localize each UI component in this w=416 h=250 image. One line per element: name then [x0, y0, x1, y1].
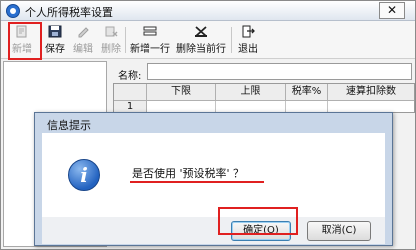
insert-row-icon: [143, 26, 157, 36]
new-button-highlight: [8, 22, 42, 60]
toolbar-separator: [231, 27, 232, 53]
delete-button[interactable]: 删除: [97, 22, 125, 57]
info-icon: i: [68, 159, 100, 191]
pencil-edit-icon: [78, 27, 89, 38]
toolbar-separator: [125, 27, 126, 53]
delete-row-icon: [195, 26, 207, 37]
message-underline: [130, 181, 264, 183]
window-title: 个人所得税率设置: [25, 6, 113, 19]
grid-corner-header: [114, 84, 147, 101]
add-row-button-label: 新增一行: [130, 44, 170, 55]
column-header-quick-deduction[interactable]: 速算扣除数: [328, 84, 414, 101]
name-label: 名称:: [118, 71, 142, 82]
delete-button-label: 删除: [101, 44, 121, 55]
add-row-button[interactable]: 新增一行: [128, 22, 172, 57]
exit-button-label: 退出: [238, 44, 258, 55]
exit-button[interactable]: 退出: [234, 22, 262, 57]
name-input[interactable]: [147, 63, 412, 80]
delete-row-button[interactable]: 删除当前行: [172, 22, 230, 57]
title-bar: 个人所得税率设置 ✕: [1, 1, 415, 21]
edit-button-label: 编辑: [73, 44, 93, 55]
app-icon: [6, 4, 20, 18]
dialog-message: 是否使用 '预设税率' ？: [132, 167, 245, 180]
tax-rate-grid[interactable]: 下限 上限 税率% 速算扣除数 1: [113, 83, 415, 114]
delete-icon: [105, 26, 118, 37]
info-dialog: 信息提示 i 是否使用 '预设税率' ？ 确定(O) 取消(C): [34, 112, 393, 246]
column-header-lower-limit[interactable]: 下限: [147, 84, 216, 101]
save-button-label: 保存: [45, 44, 65, 55]
delete-row-button-label: 删除当前行: [176, 44, 226, 55]
floppy-save-icon: [48, 25, 62, 38]
cancel-button[interactable]: 取消(C): [307, 221, 371, 241]
dialog-body: i 是否使用 '预设税率' ？: [42, 133, 385, 217]
column-header-upper-limit[interactable]: 上限: [216, 84, 286, 101]
dialog-title: 信息提示: [47, 119, 91, 132]
info-icon-glyph: i: [80, 163, 88, 187]
exit-door-icon: [242, 25, 255, 38]
edit-button[interactable]: 编辑: [69, 22, 97, 57]
save-button[interactable]: 保存: [41, 22, 69, 57]
close-button[interactable]: ✕: [379, 2, 405, 19]
toolbar: 新增 保存 编辑 删除 新增一行 删除当前行 退出: [1, 21, 415, 59]
ok-button-highlight: [218, 207, 298, 235]
column-header-tax-rate[interactable]: 税率%: [286, 84, 328, 101]
